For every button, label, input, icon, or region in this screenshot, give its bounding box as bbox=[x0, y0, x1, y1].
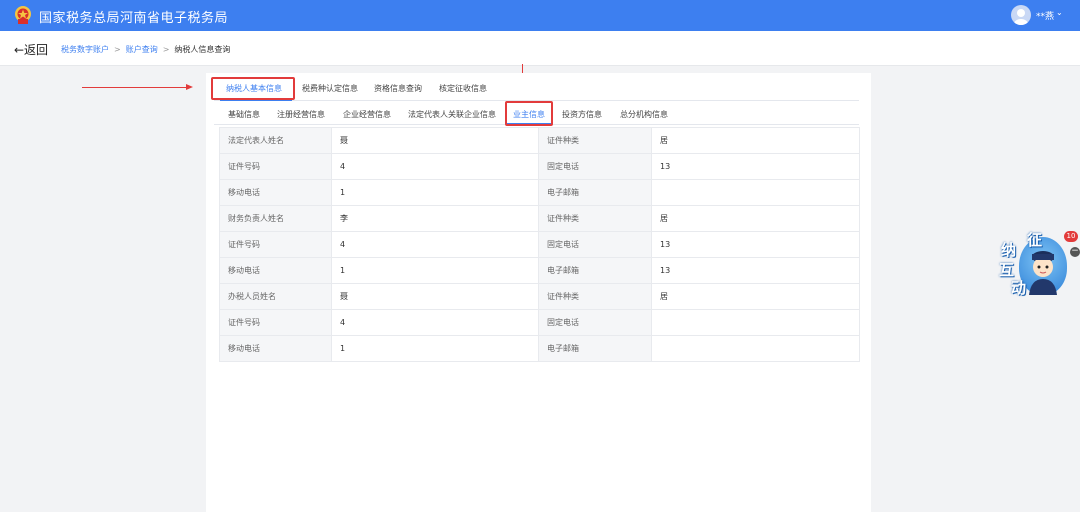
field-value bbox=[651, 309, 860, 336]
field-value: 1 bbox=[331, 179, 539, 206]
field-value: 13 bbox=[651, 231, 860, 258]
subtab-legal-rep-related-companies[interactable]: 法定代表人关联企业信息 bbox=[408, 109, 496, 120]
table-row: 办税人员姓名聂证件种类居 bbox=[219, 283, 860, 310]
field-value: 1 bbox=[331, 257, 539, 284]
annotation-arrow-head bbox=[186, 84, 193, 90]
field-label: 证件种类 bbox=[538, 205, 652, 232]
field-label: 证件号码 bbox=[219, 231, 332, 258]
field-label: 固定电话 bbox=[538, 309, 652, 336]
field-label: 电子邮箱 bbox=[538, 257, 652, 284]
highlight-box-owner-info bbox=[505, 101, 553, 126]
chevron-down-icon[interactable]: ⌄ bbox=[1056, 8, 1063, 17]
notification-badge: 10 bbox=[1064, 231, 1078, 242]
field-label: 固定电话 bbox=[538, 231, 652, 258]
field-label: 财务负责人姓名 bbox=[219, 205, 332, 232]
field-label: 电子邮箱 bbox=[538, 335, 652, 362]
breadcrumb-item-account-query[interactable]: 账户查询 bbox=[126, 45, 158, 54]
breadcrumb-item-current: 纳税人信息查询 bbox=[174, 45, 231, 54]
field-value: 13 bbox=[651, 153, 860, 180]
field-value: 居 bbox=[651, 205, 860, 232]
user-icon bbox=[1014, 9, 1028, 25]
field-value bbox=[651, 179, 860, 206]
subtab-investor-info[interactable]: 投资方信息 bbox=[562, 109, 602, 120]
widget-char: 征 bbox=[1027, 231, 1043, 249]
table-row: 财务负责人姓名李证件种类居 bbox=[219, 205, 860, 232]
minimize-icon[interactable]: − bbox=[1070, 247, 1080, 257]
table-row: 证件号码 4 固定电话 bbox=[219, 309, 860, 336]
subtab-branch-info[interactable]: 总分机构信息 bbox=[620, 109, 668, 120]
field-value: 13 bbox=[651, 257, 860, 284]
field-label: 办税人员姓名 bbox=[219, 283, 332, 310]
field-value: 居 bbox=[651, 127, 860, 154]
user-avatar[interactable] bbox=[1011, 5, 1031, 25]
table-row: 移动电话 1 电子邮箱 bbox=[219, 335, 860, 362]
owner-info-table: 法定代表人姓名聂证件种类居证件号码 4 固定电话 13 移动电话 1 电子邮箱 财务负责人姓名… bbox=[219, 127, 860, 362]
interaction-widget[interactable]: 征 纳 互 动 10 − bbox=[997, 231, 1080, 303]
field-label: 电子邮箱 bbox=[538, 179, 652, 206]
field-value: 聂 bbox=[331, 283, 539, 310]
field-value: 聂 bbox=[331, 127, 539, 154]
breadcrumb: 税务数字账户 > 账户查询 > 纳税人信息查询 bbox=[61, 44, 230, 55]
main-card: 纳税人基本信息 税费种认定信息 资格信息查询 核定征收信息 基础信息 注册经营信… bbox=[206, 73, 871, 512]
widget-char: 纳 bbox=[1001, 241, 1017, 259]
field-label: 移动电话 bbox=[219, 257, 332, 284]
field-value: 4 bbox=[331, 309, 539, 336]
field-value: 4 bbox=[331, 153, 539, 180]
tab-assessed-collection-info[interactable]: 核定征收信息 bbox=[439, 83, 487, 94]
field-label: 固定电话 bbox=[538, 153, 652, 180]
subtab-basic-info[interactable]: 基础信息 bbox=[228, 109, 260, 120]
table-row: 移动电话 1 电子邮箱 bbox=[219, 179, 860, 206]
field-label: 法定代表人姓名 bbox=[219, 127, 332, 154]
highlight-box-taxpayer-basic-info bbox=[211, 77, 295, 100]
field-label: 证件号码 bbox=[219, 309, 332, 336]
tab-qualification-query[interactable]: 资格信息查询 bbox=[374, 83, 422, 94]
table-row: 移动电话 1 电子邮箱 13 bbox=[219, 257, 860, 284]
field-label: 移动电话 bbox=[219, 179, 332, 206]
table-row: 证件号码 4 固定电话 13 bbox=[219, 153, 860, 180]
app-title: 国家税务总局河南省电子税务局 bbox=[39, 11, 229, 26]
subtab-business-info[interactable]: 企业经营信息 bbox=[343, 109, 391, 120]
field-label: 移动电话 bbox=[219, 335, 332, 362]
field-label: 证件号码 bbox=[219, 153, 332, 180]
breadcrumb-bar: ←返回 税务数字账户 > 账户查询 > 纳税人信息查询 bbox=[0, 31, 1080, 66]
widget-char: 动 bbox=[1011, 279, 1027, 297]
back-button[interactable]: ←返回 bbox=[14, 41, 48, 58]
table-row: 证件号码 4 固定电话 13 bbox=[219, 231, 860, 258]
top-header: 国家税务总局河南省电子税务局 **燕 ⌄ bbox=[0, 0, 1080, 31]
subtab-registration-info[interactable]: 注册经营信息 bbox=[277, 109, 325, 120]
table-row: 法定代表人姓名聂证件种类居 bbox=[219, 127, 860, 154]
field-label: 证件种类 bbox=[538, 283, 652, 310]
breadcrumb-separator: > bbox=[114, 45, 121, 54]
user-name[interactable]: **燕 bbox=[1036, 9, 1054, 22]
field-label: 证件种类 bbox=[538, 127, 652, 154]
field-value: 李 bbox=[331, 205, 539, 232]
annotation-arrow-horizontal bbox=[82, 87, 190, 88]
field-value: 4 bbox=[331, 231, 539, 258]
tax-emblem-icon bbox=[15, 6, 31, 24]
breadcrumb-separator: > bbox=[162, 45, 170, 54]
field-value: 居 bbox=[651, 283, 860, 310]
breadcrumb-item-tax-digital-account[interactable]: 税务数字账户 bbox=[61, 45, 109, 54]
tab-tax-type-info[interactable]: 税费种认定信息 bbox=[302, 83, 358, 94]
field-value bbox=[651, 335, 860, 362]
field-value: 1 bbox=[331, 335, 539, 362]
